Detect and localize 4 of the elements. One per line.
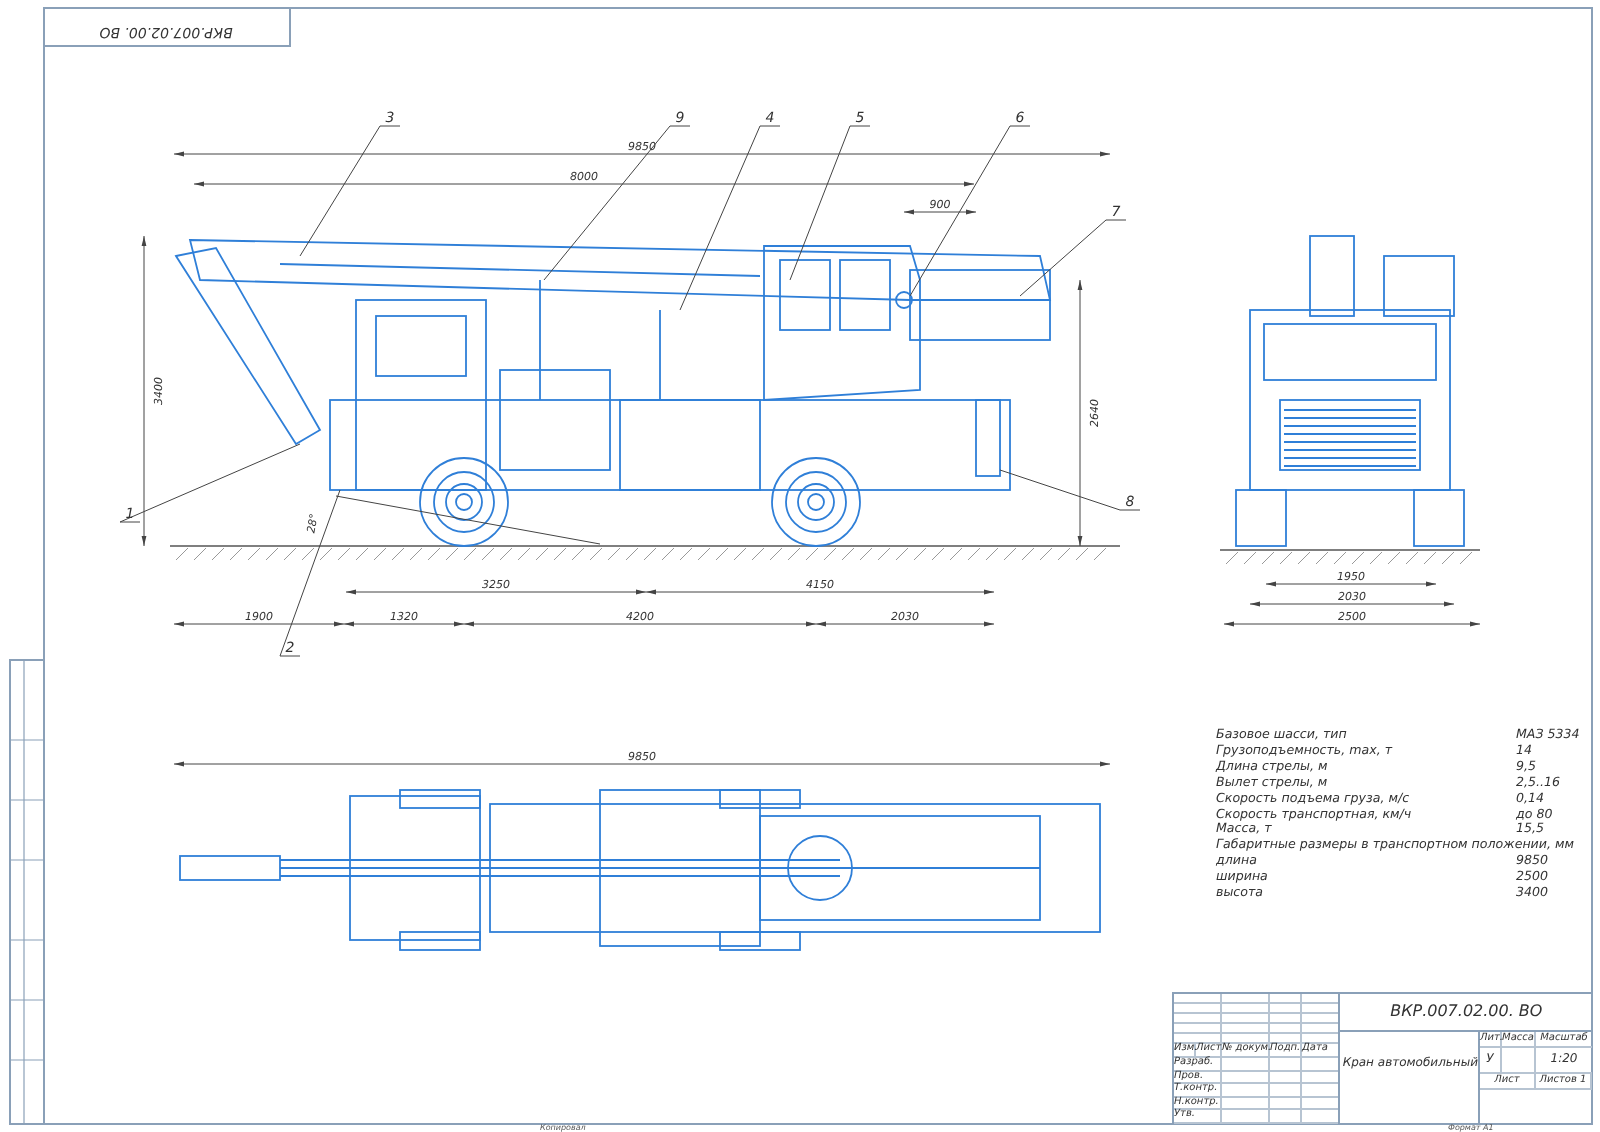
leader-line [299,125,401,257]
document-code: ВКР.007.02.00. ВО [1340,994,1592,1032]
leader-line [999,469,1141,511]
dimension-line [903,209,977,215]
